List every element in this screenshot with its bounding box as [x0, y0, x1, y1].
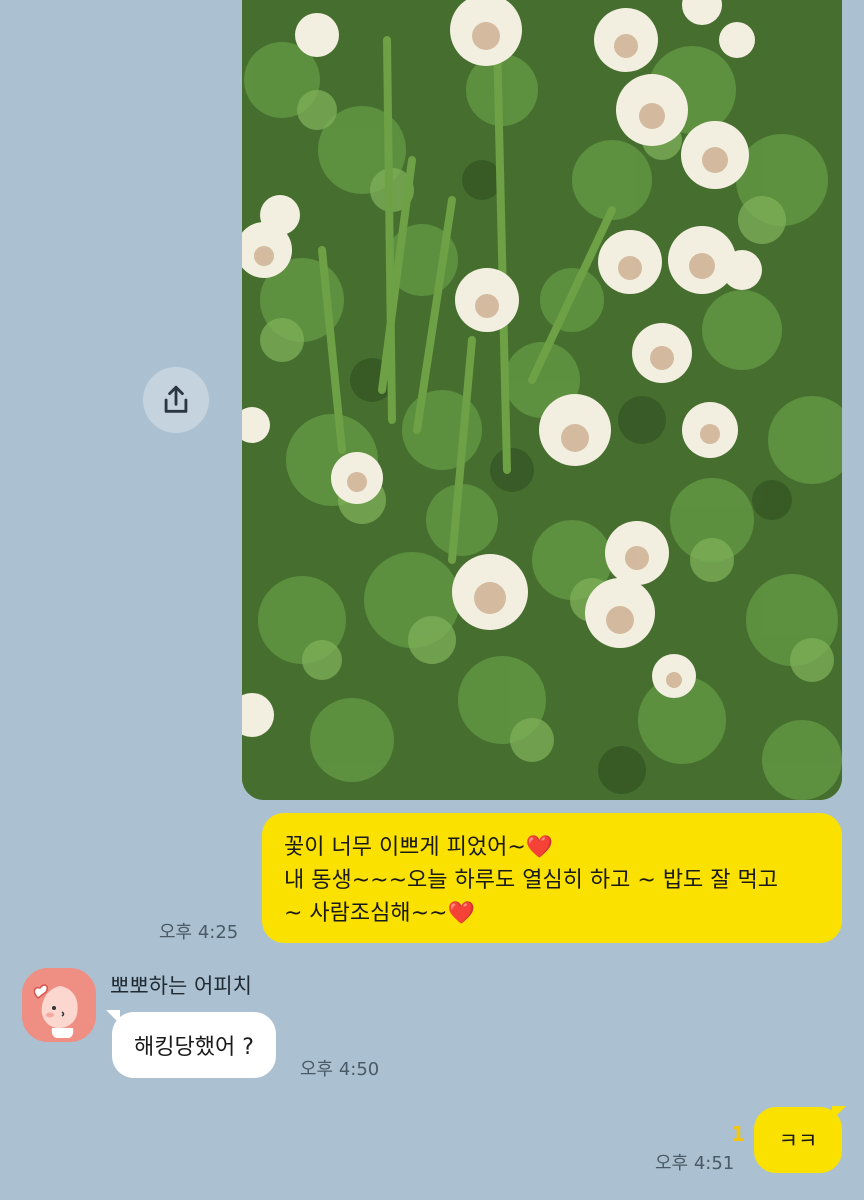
incoming-message-bubble[interactable]: 해킹당했어 ?: [112, 1012, 276, 1078]
sender-name: 뽀뽀하는 어피치: [110, 974, 252, 998]
heart-icon: ❤️: [447, 901, 475, 926]
my-message-bubble[interactable]: 꽃이 너무 이쁘게 피었어~❤️ 내 동생~~~오늘 하루도 열심히 하고 ~ …: [262, 813, 842, 943]
photo-message[interactable]: [242, 0, 842, 800]
heart-icon: ❤️: [525, 835, 554, 860]
message-timestamp: 오후 4:25: [159, 922, 239, 943]
reply-timestamp: 오후 4:51: [655, 1153, 735, 1174]
unread-count: 1: [731, 1122, 745, 1146]
share-button[interactable]: [143, 367, 209, 433]
reply-message-text: ㅋㅋ: [778, 1129, 818, 1153]
message-line-3: ~ 사람조심해~~❤️: [284, 901, 475, 926]
message-line-1: 꽃이 너무 이쁘게 피었어~❤️: [284, 835, 554, 860]
sender-avatar[interactable]: [22, 968, 96, 1042]
apeach-avatar-icon: [22, 968, 96, 1042]
message-line-2: 내 동생~~~오늘 하루도 열심히 하고 ~ 밥도 잘 먹고: [284, 868, 779, 893]
clover-photo: [242, 0, 842, 800]
share-icon: [164, 385, 188, 413]
incoming-message-text: 해킹당했어 ?: [134, 1035, 254, 1060]
incoming-timestamp: 오후 4:50: [300, 1059, 380, 1080]
reply-message-bubble[interactable]: ㅋㅋ: [754, 1107, 842, 1173]
